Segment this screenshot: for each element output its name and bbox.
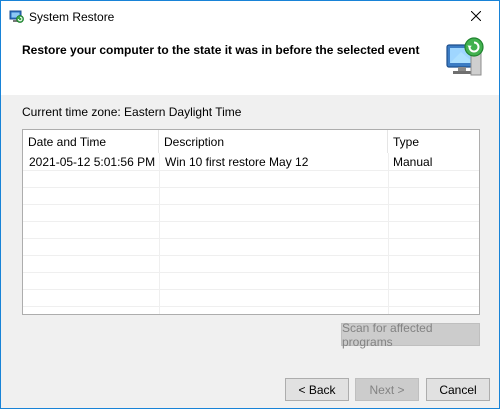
row-gridline <box>23 306 479 307</box>
row-gridline <box>23 272 479 273</box>
cell-date-time: 2021-05-12 5:01:56 PM <box>29 155 156 169</box>
row-gridline <box>23 289 479 290</box>
restore-points-list[interactable]: Date and Time ⌄ Description Type 2021-05… <box>22 129 480 315</box>
system-restore-computer-icon <box>443 35 487 81</box>
row-gridline <box>23 204 479 205</box>
row-gridline <box>23 170 479 171</box>
column-header-description[interactable]: Description <box>159 130 388 153</box>
row-gridline <box>23 238 479 239</box>
timezone-label: Current time zone: Eastern Daylight Time <box>22 105 242 119</box>
page-heading: Restore your computer to the state it wa… <box>22 43 420 57</box>
row-gridline <box>23 187 479 188</box>
table-row[interactable]: 2021-05-12 5:01:56 PM Win 10 first resto… <box>23 153 479 170</box>
column-header-date-time[interactable]: Date and Time ⌄ <box>23 130 159 153</box>
column-header-description-label: Description <box>164 135 225 149</box>
close-icon <box>471 11 481 21</box>
cell-description: Win 10 first restore May 12 <box>165 155 309 169</box>
system-restore-window: System Restore Restore your computer to … <box>0 0 500 409</box>
back-button[interactable]: < Back <box>285 378 349 401</box>
cancel-button[interactable]: Cancel <box>426 378 490 401</box>
cell-type: Manual <box>393 155 433 169</box>
column-header-type-label: Type <box>393 135 420 149</box>
header-band: Restore your computer to the state it wa… <box>1 31 499 95</box>
row-gridline <box>23 221 479 222</box>
column-header-type[interactable]: Type <box>388 130 479 153</box>
title-bar[interactable]: System Restore <box>1 1 499 31</box>
close-button[interactable] <box>453 1 499 31</box>
system-restore-icon <box>8 8 24 24</box>
scan-affected-programs-button[interactable]: Scan for affected programs <box>341 321 480 349</box>
window-title: System Restore <box>29 10 115 24</box>
sort-arrow-icon: ⌄ <box>89 135 96 144</box>
row-gridline <box>23 255 479 256</box>
next-button[interactable]: Next > <box>355 378 419 401</box>
